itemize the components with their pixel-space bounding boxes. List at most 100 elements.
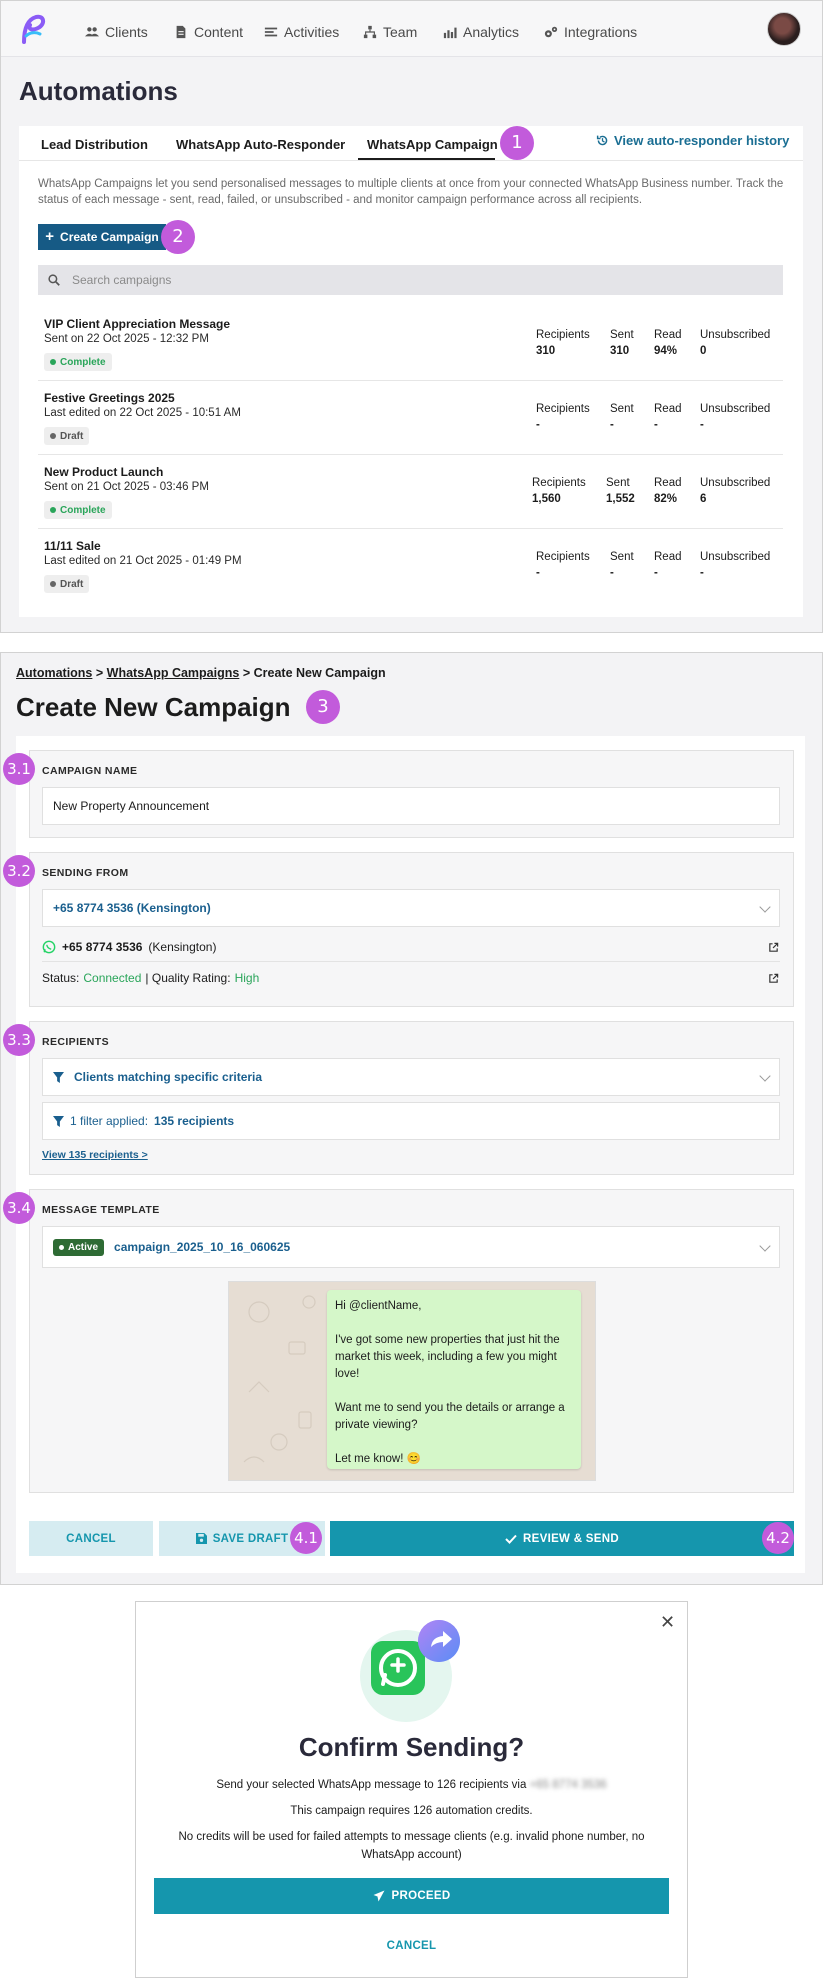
save-draft-label: SAVE DRAFT: [212, 1532, 289, 1545]
filter-icon: [53, 1071, 64, 1083]
review-send-label: REVIEW & SEND: [523, 1532, 619, 1545]
campaign-name-input[interactable]: New Property Announcement: [42, 787, 780, 825]
step-badge-3-4: 3.4: [3, 1192, 35, 1224]
breadcrumb-whatsapp-campaigns[interactable]: WhatsApp Campaigns: [107, 666, 240, 680]
proceed-label: PROCEED: [391, 1890, 451, 1902]
divider: [42, 961, 780, 962]
template-select[interactable]: Active campaign_2025_10_16_060625: [42, 1226, 780, 1268]
blurred-number: +65 8774 3536: [529, 1779, 607, 1791]
step-badge-3: 3: [306, 690, 340, 724]
external-link-icon[interactable]: [768, 942, 779, 953]
message-bubble: Hi @clientName, I've got some new proper…: [327, 1290, 581, 1469]
stat-unsubscribed: Unsubscribed -: [700, 403, 771, 431]
nav-label: Activities: [284, 24, 340, 40]
recipients-value: Clients matching specific criteria: [74, 1070, 263, 1084]
filter-text: 1 filter applied:: [70, 1114, 149, 1128]
stat-sent: Sent 310: [610, 329, 634, 357]
stat-read: Read -: [654, 551, 682, 579]
breadcrumb-automations[interactable]: Automations: [16, 666, 92, 680]
nav-activities[interactable]: Activities: [264, 24, 339, 40]
nav-label: Clients: [105, 24, 148, 40]
users-icon: [85, 27, 99, 37]
message-line: I've got some new properties that just h…: [335, 1334, 560, 1380]
stat-recipients: Recipients 1,560: [532, 477, 586, 505]
whatsapp-number-location: (Kensington): [148, 940, 217, 954]
whatsapp-number: +65 8774 3536: [62, 940, 143, 954]
quality-value: High: [234, 971, 260, 985]
template-name: campaign_2025_10_16_060625: [114, 1240, 291, 1254]
step-badge-1: 1: [500, 126, 534, 160]
modal-cancel-button[interactable]: CANCEL: [135, 1940, 688, 1952]
sending-from-value: +65 8774 3536 (Kensington): [53, 901, 211, 915]
chart-icon: [443, 27, 457, 39]
campaign-name-value: New Property Announcement: [53, 799, 210, 813]
external-link-icon[interactable]: [768, 973, 779, 984]
campaign-row[interactable]: Festive Greetings 2025 Last edited on 22…: [38, 381, 783, 455]
view-history-link[interactable]: View auto-responder history: [596, 133, 789, 148]
document-icon: [176, 25, 186, 39]
chevron-down-icon: [759, 1240, 771, 1252]
breadcrumb: Automations > WhatsApp Campaigns > Creat…: [16, 666, 386, 680]
nav-label: Content: [194, 24, 244, 40]
template-label: MESSAGE TEMPLATE: [42, 1204, 160, 1216]
active-badge: Active: [53, 1238, 105, 1256]
nav-label: Team: [383, 24, 418, 40]
avatar[interactable]: [767, 12, 801, 46]
message-preview: Hi @clientName, I've got some new proper…: [228, 1281, 596, 1481]
search-placeholder: Search campaigns: [72, 273, 172, 287]
nav-clients[interactable]: Clients: [85, 24, 148, 40]
campaign-date: Sent on 21 Oct 2025 - 03:46 PM: [44, 481, 209, 493]
tab-whatsapp-campaign[interactable]: WhatsApp Campaign: [367, 137, 498, 152]
recipients-select[interactable]: Clients matching specific criteria: [42, 1058, 780, 1096]
message-line: Let me know! 😊: [335, 1453, 421, 1465]
status-badge: Complete: [44, 501, 112, 519]
history-icon: [596, 135, 608, 146]
chevron-down-icon: [759, 901, 771, 913]
view-recipients-link[interactable]: View 135 recipients >: [42, 1149, 148, 1161]
nav-team[interactable]: Team: [363, 24, 417, 40]
campaign-name: Festive Greetings 2025: [44, 391, 175, 405]
save-icon: [195, 1533, 207, 1544]
step-badge-3-2: 3.2: [3, 855, 35, 887]
create-campaign-button[interactable]: + Create Campaign: [38, 224, 166, 250]
campaign-row[interactable]: 11/11 Sale Last edited on 21 Oct 2025 - …: [38, 529, 783, 603]
step-badge-3-3: 3.3: [3, 1024, 35, 1056]
filter-count: 135 recipients: [154, 1114, 235, 1128]
cancel-button[interactable]: CANCEL: [29, 1521, 153, 1556]
status-value: Connected: [83, 971, 142, 985]
tab-lead-distribution[interactable]: Lead Distribution: [41, 137, 148, 152]
create-campaign-label: Create Campaign: [60, 230, 159, 244]
filter-summary[interactable]: 1 filter applied: 135 recipients: [42, 1102, 780, 1140]
create-title: Create New Campaign: [16, 692, 291, 722]
search-input[interactable]: Search campaigns: [38, 265, 783, 295]
campaign-name: 11/11 Sale: [44, 539, 101, 553]
sending-from-label: SENDING FROM: [42, 867, 129, 879]
stat-read: Read 82%: [654, 477, 682, 505]
campaign-name: New Product Launch: [44, 465, 164, 479]
proceed-button[interactable]: PROCEED: [154, 1878, 669, 1914]
campaign-name: VIP Client Appreciation Message: [44, 317, 231, 331]
stat-sent: Sent -: [610, 403, 634, 431]
modal-title: Confirm Sending?: [298, 1732, 525, 1762]
close-icon[interactable]: ✕: [660, 1612, 675, 1633]
nav-label: Analytics: [463, 24, 520, 40]
app-logo[interactable]: [16, 12, 50, 46]
step-badge-4-1: 4.1: [290, 1522, 322, 1554]
nav-integrations[interactable]: Integrations: [544, 24, 637, 40]
review-send-button[interactable]: REVIEW & SEND: [330, 1521, 794, 1556]
step-badge-3-1: 3.1: [3, 753, 35, 785]
campaign-row[interactable]: New Product Launch Sent on 21 Oct 2025 -…: [38, 455, 783, 529]
campaign-row[interactable]: VIP Client Appreciation Message Sent on …: [38, 307, 783, 381]
tab-whatsapp-auto-responder[interactable]: WhatsApp Auto-Responder: [176, 137, 345, 152]
chevron-down-icon: [759, 1070, 771, 1082]
step-badge-4-2: 4.2: [762, 1522, 794, 1554]
gears-icon: [544, 26, 558, 38]
modal-line-2: This campaign requires 126 automation cr…: [290, 1805, 533, 1817]
step-badge-2: 2: [161, 220, 195, 254]
nav-content[interactable]: Content: [174, 24, 243, 40]
sending-from-select[interactable]: +65 8774 3536 (Kensington): [42, 889, 780, 927]
history-link-label: View auto-responder history: [614, 133, 790, 148]
nav-analytics[interactable]: Analytics: [443, 24, 519, 40]
campaign-date: Last edited on 22 Oct 2025 - 10:51 AM: [44, 407, 241, 419]
filter-icon: [53, 1115, 64, 1127]
